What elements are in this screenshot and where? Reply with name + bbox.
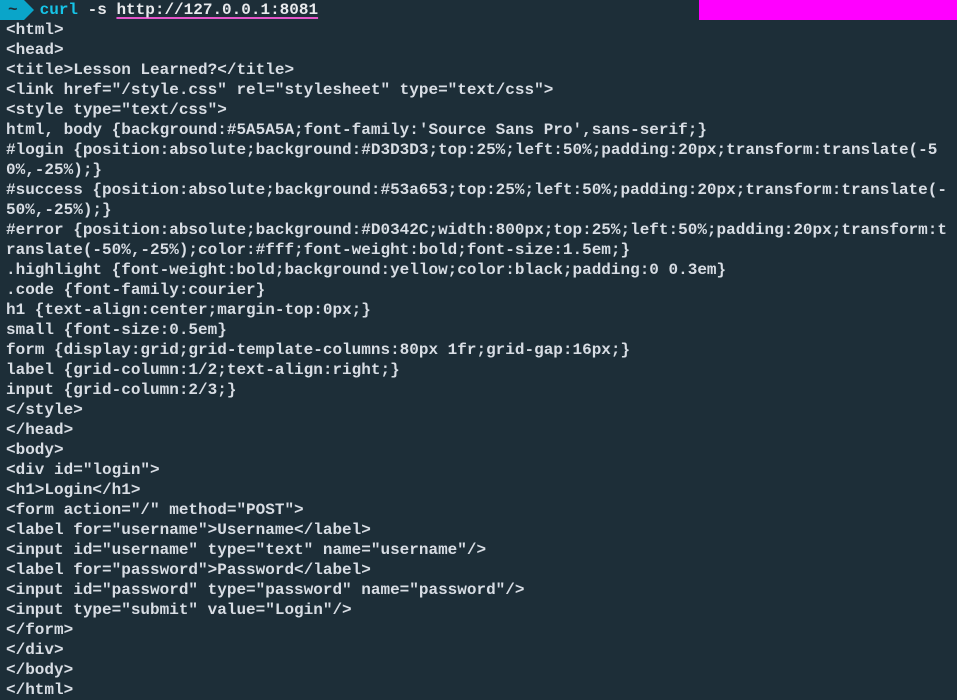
command-name: curl bbox=[40, 1, 78, 19]
top-right-bar bbox=[699, 0, 957, 20]
command-output: <html> <head> <title>Lesson Learned?</ti… bbox=[0, 20, 957, 700]
command-url: http://127.0.0.1:8081 bbox=[116, 1, 318, 19]
cwd-badge: ~ bbox=[0, 0, 24, 20]
command-flag: -s bbox=[88, 1, 107, 19]
prompt-arrow-icon bbox=[24, 0, 34, 20]
cwd-text: ~ bbox=[8, 0, 18, 20]
command-text: curl -s http://127.0.0.1:8081 bbox=[40, 0, 318, 20]
